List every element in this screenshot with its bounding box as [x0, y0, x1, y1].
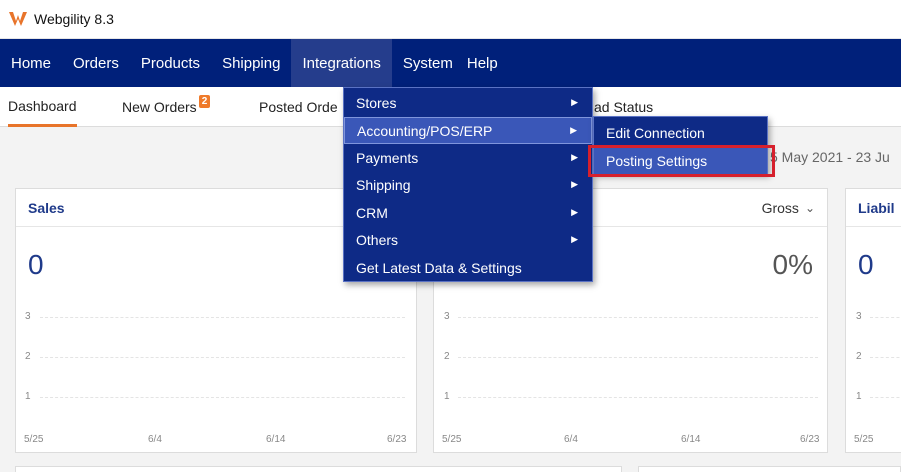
new-orders-badge: 2 — [198, 94, 211, 108]
liabilities-card: Liabil 0 3 2 1 5/25 — [845, 188, 901, 453]
grid-line — [458, 357, 818, 358]
menu-item-shipping[interactable]: Shipping ▶ — [344, 171, 592, 198]
tab-download-status-label: ad Status — [594, 99, 654, 115]
grid-line — [40, 317, 405, 318]
posting-settings-highlight — [588, 145, 775, 177]
x-tick: 6/23 — [387, 434, 407, 445]
chevron-right-icon: ▶ — [570, 125, 577, 135]
chevron-right-icon: ▶ — [571, 207, 578, 217]
title-bar: Webgility 8.3 — [0, 0, 901, 39]
submenu-item-edit-connection[interactable]: Edit Connection — [594, 119, 767, 146]
nav-products[interactable]: Products — [130, 39, 211, 87]
menu-item-label: CRM — [356, 204, 388, 221]
x-tick: 6/4 — [564, 434, 578, 445]
sales-card-title: Sales — [28, 199, 65, 216]
y-tick: 3 — [25, 311, 31, 322]
x-tick: 5/25 — [854, 434, 874, 445]
chevron-right-icon: ▶ — [571, 179, 578, 189]
menu-item-others[interactable]: Others ▶ — [344, 226, 592, 253]
tab-new-orders[interactable]: New Orders 2 — [122, 87, 211, 127]
date-range[interactable]: 5 May 2021 - 23 Ju — [770, 149, 890, 165]
tab-posted-orders-label: Posted Orde — [259, 99, 338, 115]
menu-item-payments[interactable]: Payments ▶ — [344, 144, 592, 171]
gross-selector-label: Gross — [761, 199, 799, 216]
liabilities-value: 0 — [858, 249, 874, 280]
y-tick: 2 — [444, 351, 450, 362]
nav-system[interactable]: System — [392, 39, 464, 87]
menu-item-stores[interactable]: Stores ▶ — [344, 89, 592, 116]
grid-line — [870, 357, 901, 358]
grid-line — [458, 317, 818, 318]
nav-integrations[interactable]: Integrations — [291, 39, 392, 87]
menu-item-label: Get Latest Data & Settings — [356, 259, 522, 276]
menu-item-label: Payments — [356, 149, 419, 166]
tab-posted-orders[interactable]: Posted Orde — [259, 87, 338, 127]
liabilities-card-header: Liabil — [846, 189, 901, 227]
tab-dashboard-label: Dashboard — [8, 97, 77, 114]
sales-value: 0 — [28, 249, 44, 280]
nav-shipping[interactable]: Shipping — [211, 39, 291, 87]
x-tick: 5/25 — [442, 434, 462, 445]
tab-dashboard[interactable]: Dashboard — [8, 87, 77, 127]
webgility-logo-icon — [9, 12, 27, 26]
menu-item-label: Others — [356, 231, 399, 248]
menu-item-get-latest-data[interactable]: Get Latest Data & Settings — [344, 254, 592, 281]
chevron-right-icon: ▶ — [571, 97, 578, 107]
main-nav: Home Orders Products Shipping Integratio… — [0, 39, 901, 87]
menu-item-label: Accounting/POS/ERP — [357, 122, 493, 139]
y-tick: 1 — [444, 391, 450, 402]
liabilities-card-title: Liabil — [858, 199, 895, 216]
nav-help[interactable]: Help — [464, 39, 509, 87]
x-tick: 6/4 — [148, 434, 162, 445]
chevron-right-icon: ▶ — [571, 152, 578, 162]
integrations-menu: Stores ▶ Accounting/POS/ERP ▶ Payments ▶… — [343, 87, 593, 282]
y-tick: 2 — [25, 351, 31, 362]
app-title: Webgility 8.3 — [34, 11, 114, 27]
x-tick: 6/14 — [266, 434, 286, 445]
nav-home[interactable]: Home — [0, 39, 62, 87]
x-tick: 6/23 — [800, 434, 820, 445]
nav-orders[interactable]: Orders — [62, 39, 130, 87]
menu-item-label: Shipping — [356, 176, 411, 193]
y-tick: 2 — [856, 351, 862, 362]
x-tick: 6/14 — [681, 434, 701, 445]
menu-item-label: Stores — [356, 94, 397, 111]
grid-line — [40, 397, 405, 398]
gross-value: 0% — [772, 249, 813, 280]
chevron-down-icon: ⌄ — [804, 200, 815, 215]
chevron-right-icon: ▶ — [571, 234, 578, 244]
grid-line — [870, 397, 901, 398]
bottom-panel — [15, 466, 622, 472]
x-tick: 5/25 — [24, 434, 44, 445]
gross-selector[interactable]: Gross ⌄ — [762, 200, 815, 216]
grid-line — [870, 317, 901, 318]
tab-new-orders-label: New Orders — [122, 99, 197, 115]
submenu-item-label: Edit Connection — [606, 124, 705, 141]
bottom-panel — [638, 466, 901, 472]
y-tick: 1 — [856, 391, 862, 402]
grid-line — [458, 397, 818, 398]
menu-item-accounting[interactable]: Accounting/POS/ERP ▶ — [344, 117, 592, 144]
menu-item-crm[interactable]: CRM ▶ — [344, 199, 592, 226]
grid-line — [40, 357, 405, 358]
y-tick: 3 — [444, 311, 450, 322]
y-tick: 3 — [856, 311, 862, 322]
y-tick: 1 — [25, 391, 31, 402]
